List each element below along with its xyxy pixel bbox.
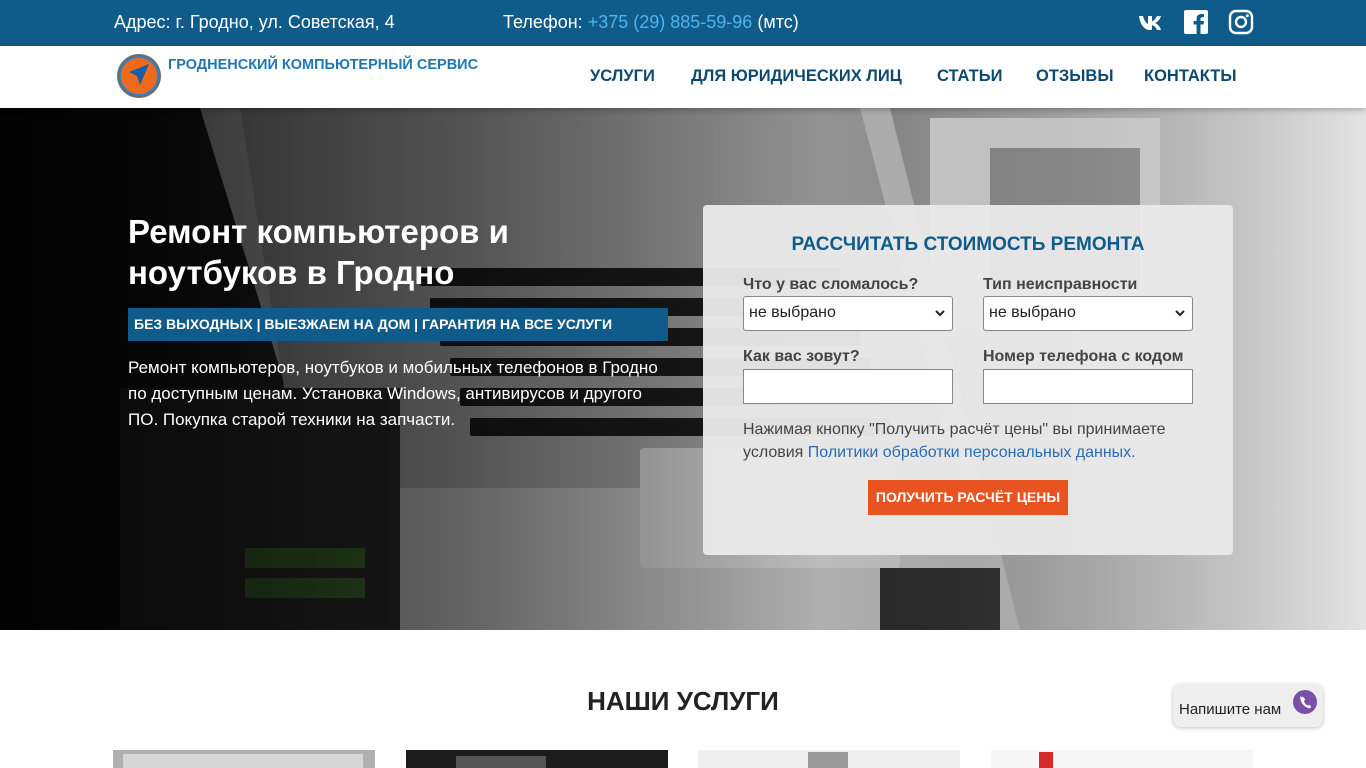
site-header: ГРОДНЕНСКИЙ КОМПЬЮТЕРНЫЙ СЕРВИС УСЛУГИ Д… bbox=[0, 46, 1366, 108]
nav-legal-entities[interactable]: ДЛЯ ЮРИДИЧЕСКИХ ЛИЦ bbox=[691, 67, 902, 86]
phone-link[interactable]: +375 (29) 885-59-96 bbox=[588, 12, 753, 32]
phone-label: Телефон: bbox=[503, 12, 583, 32]
nav-services[interactable]: УСЛУГИ bbox=[590, 67, 655, 86]
logo-icon[interactable] bbox=[115, 52, 163, 100]
service-card[interactable] bbox=[406, 750, 668, 768]
service-image bbox=[113, 750, 375, 768]
hero-title: Ремонт компьютеров и ноутбуков в Гродно bbox=[128, 213, 509, 291]
broken-select-value: не выбрано bbox=[749, 304, 836, 321]
repair-cost-form: РАССЧИТАТЬ СТОИМОСТЬ РЕМОНТА Что у вас с… bbox=[703, 205, 1233, 555]
phone-block: Телефон: +375 (29) 885-59-96 (мтс) bbox=[503, 12, 799, 33]
broken-device-select[interactable]: не выбрано bbox=[743, 296, 953, 331]
services-heading: НАШИ УСЛУГИ bbox=[587, 686, 779, 716]
address-text: Адрес: г. Гродно, ул. Советская, 4 bbox=[114, 12, 395, 32]
service-image bbox=[698, 750, 960, 768]
phone-input-label: Номер телефона с кодом bbox=[983, 348, 1184, 365]
name-label: Как вас зовут? bbox=[743, 348, 860, 365]
get-price-button[interactable]: ПОЛУЧИТЬ РАСЧЁТ ЦЕНЫ bbox=[868, 480, 1068, 515]
service-card[interactable] bbox=[991, 750, 1253, 768]
fault-select-value: не выбрано bbox=[989, 304, 1076, 321]
broken-label: Что у вас сломалось? bbox=[743, 276, 919, 293]
name-input[interactable] bbox=[743, 369, 953, 404]
privacy-policy-link[interactable]: Политики обработки персональных данных. bbox=[808, 444, 1136, 461]
service-image bbox=[991, 750, 1253, 768]
facebook-icon[interactable] bbox=[1183, 9, 1209, 35]
instagram-icon[interactable] bbox=[1228, 9, 1254, 35]
nav-reviews[interactable]: ОТЗЫВЫ bbox=[1036, 67, 1113, 86]
nav-contacts[interactable]: КОНТАКТЫ bbox=[1144, 67, 1237, 86]
service-image bbox=[406, 750, 668, 768]
chevron-down-icon bbox=[1175, 310, 1185, 317]
form-title: РАССЧИТАТЬ СТОИМОСТЬ РЕМОНТА bbox=[791, 234, 1145, 255]
nav-articles[interactable]: СТАТЬИ bbox=[937, 67, 1002, 86]
hero-description: Ремонт компьютеров, ноутбуков и мобильны… bbox=[128, 358, 658, 429]
fault-type-select[interactable]: не выбрано bbox=[983, 296, 1193, 331]
vk-icon[interactable] bbox=[1137, 9, 1163, 35]
privacy-note: Нажимая кнопку "Получить расчёт цены" вы… bbox=[743, 418, 1203, 464]
phone-input[interactable] bbox=[983, 369, 1193, 404]
hero-tagline: БЕЗ ВЫХОДНЫХ | ВЫЕЗЖАЕМ НА ДОМ | ГАРАНТИ… bbox=[128, 308, 668, 341]
service-card[interactable] bbox=[113, 750, 375, 768]
chevron-down-icon bbox=[935, 310, 945, 317]
chat-label: Напишите нам bbox=[1179, 701, 1282, 718]
logo-text[interactable]: ГРОДНЕНСКИЙ КОМПЬЮТЕРНЫЙ СЕРВИС bbox=[168, 57, 478, 73]
chat-widget[interactable]: Напишите нам bbox=[1173, 684, 1323, 727]
viber-icon bbox=[1293, 690, 1317, 714]
phone-operator: (мтс) bbox=[757, 12, 799, 32]
top-bar: Адрес: г. Гродно, ул. Советская, 4 Телеф… bbox=[0, 0, 1366, 46]
service-card[interactable] bbox=[698, 750, 960, 768]
fault-label: Тип неисправности bbox=[983, 276, 1138, 293]
